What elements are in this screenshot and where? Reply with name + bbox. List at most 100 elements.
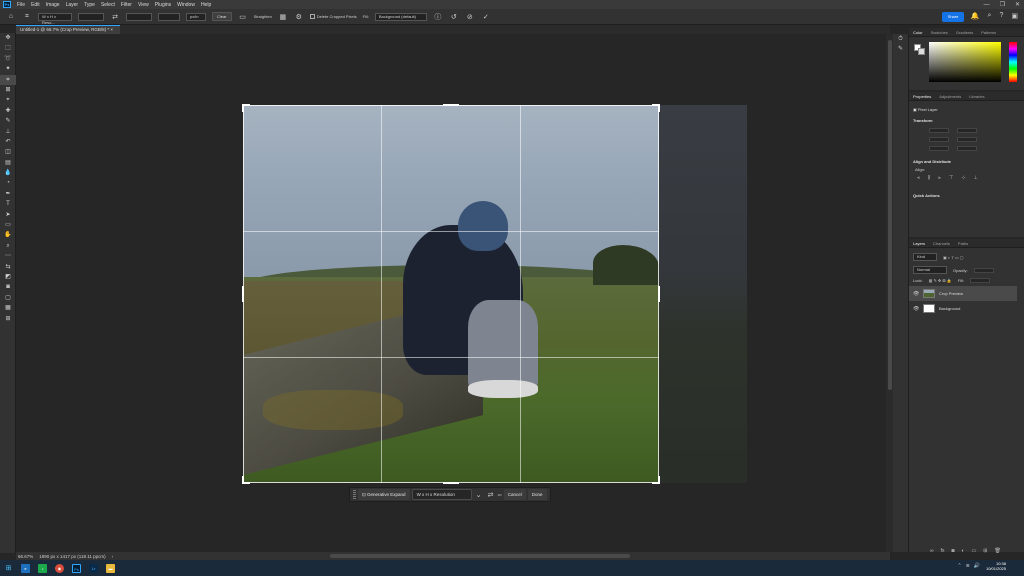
windows-start-icon[interactable]: ⊞ [4,564,13,573]
chevron-up-icon[interactable]: ⌃ [957,563,961,569]
edge-browser-icon[interactable]: e [21,563,30,573]
close-icon[interactable]: ✕ [1015,1,1020,8]
crop-tool-icon[interactable]: ⌗ [0,74,16,85]
trash-icon[interactable]: 🗑 [994,548,1000,554]
type-tool-icon[interactable]: T [0,199,16,209]
menu-select[interactable]: Select [98,2,118,8]
chevron-down-icon[interactable]: ⌄ [474,491,484,499]
align-top-icon[interactable]: ⊤ [949,175,953,181]
home-icon[interactable]: ⌂ [6,13,16,20]
height-field[interactable] [126,12,152,21]
drag-handle[interactable] [353,490,356,499]
menu-window[interactable]: Window [174,2,198,8]
crop-handle-top[interactable] [443,104,459,106]
align-bottom-icon[interactable]: ⊥ [974,175,978,181]
move-tool-icon[interactable]: ✥ [0,33,16,43]
zoom-level[interactable]: 66.67% [18,554,33,559]
pen-tool-icon[interactable]: ✒ [0,189,16,199]
group-icon[interactable]: ▭ [972,548,977,554]
chevron-right-icon[interactable]: › [112,554,114,559]
info-icon[interactable]: ⓘ [433,12,443,22]
vertical-scrollbar[interactable] [888,40,892,390]
menu-image[interactable]: Image [43,2,63,8]
fx-icon[interactable]: fx [941,548,945,554]
filter-icons[interactable]: ▣ ◐ T ▭ ▢ [943,255,964,260]
kind-filter-select[interactable]: Kind [913,253,937,261]
clear-button[interactable]: Clear [212,12,232,21]
spotify-icon[interactable]: ♪ [38,563,47,573]
menu-view[interactable]: View [135,2,152,8]
quick-actions-title[interactable]: Quick Actions [913,193,940,198]
minimize-icon[interactable]: — [984,2,990,8]
background-color-swatch[interactable] [918,48,925,55]
brush-settings-icon[interactable]: ✎ [893,44,908,54]
chrome-icon[interactable]: ◉ [55,563,64,573]
new-layer-icon[interactable]: ⊞ [983,548,987,554]
path-select-icon[interactable]: ➤ [0,210,16,220]
lasso-tool-icon[interactable]: ➰ [0,54,16,64]
mask-icon[interactable]: ◙ [951,548,954,554]
eye-icon[interactable]: 👁 [913,306,919,312]
transform-title[interactable]: Transform [913,118,933,123]
healing-brush-icon[interactable]: ✚ [0,106,16,116]
tab-layers[interactable]: Layers [913,241,925,246]
gear-icon[interactable]: ⚙ [294,13,304,21]
resolution-field[interactable] [158,12,180,21]
menu-type[interactable]: Type [81,2,98,8]
crop-handle-right[interactable] [658,286,660,302]
align-left-icon[interactable]: ⫷ [917,175,920,181]
history-icon[interactable]: ⏱ [893,34,908,44]
ratio-select[interactable]: W x H x Reso... [38,12,72,25]
blend-mode-select[interactable]: Normal [913,266,947,274]
document-info[interactable]: 1890 px x 1417 px (118.11 ppcm) [39,554,105,559]
brush-tool-icon[interactable]: ✎ [0,116,16,126]
x-input[interactable] [957,128,977,133]
y-input[interactable] [957,137,977,142]
tab-swatches[interactable]: Swatches [931,30,948,35]
cancel-button[interactable]: Cancel [503,489,526,500]
history-brush-icon[interactable]: ↶ [0,137,16,147]
photoshop-taskbar-icon[interactable]: Ps [72,563,81,573]
color-picker-field[interactable] [929,42,1001,82]
screen-mode-icon[interactable]: ▢ [0,293,16,303]
menu-file[interactable]: File [14,2,28,8]
close-tab-icon[interactable]: × [110,27,113,32]
wifi-icon[interactable]: ≋ [966,563,970,569]
extras-icon[interactable]: ⊞ [0,314,16,324]
commit-check-icon[interactable]: ✓ [481,13,491,21]
marquee-tool-icon[interactable]: ⬚ [0,43,16,53]
menu-help[interactable]: Help [198,2,214,8]
menu-filter[interactable]: Filter [118,2,135,8]
crop-handle-bottom-right[interactable] [658,476,660,484]
document-tab[interactable]: Untitled-1 @ 66.7% (Crop Preview, RGB/8)… [16,25,120,34]
crop-handle-top-left[interactable] [242,104,244,112]
search-icon[interactable]: ⌕ [988,12,992,20]
hand-tool-icon[interactable]: ✋ [0,230,16,240]
fill-input[interactable] [970,278,991,283]
workspace-icon[interactable]: ▣ [1011,12,1018,20]
cancel-icon[interactable]: ⊘ [465,13,475,21]
crop-handle-bottom-left[interactable] [242,476,244,484]
crop-handle-bottom[interactable] [443,482,459,484]
change-screen-icon[interactable]: ▦ [0,303,16,313]
fill-select[interactable]: Background (default) [374,12,427,21]
eraser-tool-icon[interactable]: ◫ [0,147,16,157]
flip-controls[interactable] [957,146,977,151]
dodge-tool-icon[interactable]: ◔ [0,178,16,188]
angle-input[interactable] [929,146,949,151]
width-field[interactable] [78,12,104,21]
tab-gradients[interactable]: Gradients [956,30,973,35]
menu-plugins[interactable]: Plugins [152,2,174,8]
done-button[interactable]: Done [527,489,547,500]
tab-adjustments[interactable]: Adjustments [939,94,961,99]
straighten-label[interactable]: Straighten [254,14,272,19]
taskbar-clock[interactable]: 10:38 10/01/2025 [986,561,1006,571]
menu-layer[interactable]: Layer [63,2,82,8]
swap-orientation-icon[interactable]: ⇄ [486,491,496,499]
opacity-input[interactable] [973,267,994,273]
adobe-app-icon[interactable]: Lr [89,563,98,573]
bell-icon[interactable]: 🔔 [971,12,980,20]
tab-color[interactable]: Color [913,30,923,35]
layer-row-background[interactable]: 👁 Background [909,301,1017,316]
restore-icon[interactable]: ❐ [1000,1,1005,8]
